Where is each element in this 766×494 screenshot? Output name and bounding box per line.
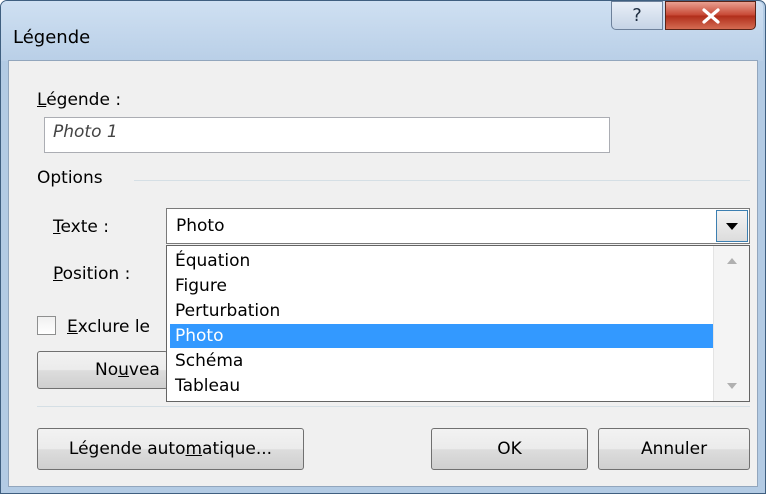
list-item[interactable]: Figure	[175, 274, 227, 298]
label-type-value: Photo	[176, 216, 225, 236]
autocaption-button-text: Légende automatique...	[68, 439, 273, 459]
label-type-dropdown-list[interactable]: Équation Figure Perturbation Photo Schém…	[166, 245, 750, 402]
list-item[interactable]: Perturbation	[175, 299, 280, 323]
position-label: Position :	[53, 264, 131, 284]
options-group-label: Options	[37, 168, 103, 188]
cancel-button[interactable]: Annuler	[598, 428, 750, 470]
combobox-dropdown-button[interactable]	[716, 210, 748, 242]
exclude-label-text: Exclure le	[67, 317, 151, 337]
exclude-label-checkbox[interactable]	[37, 316, 56, 335]
list-scrollbar[interactable]	[713, 246, 749, 401]
list-item[interactable]: Équation	[175, 249, 250, 273]
new-label-button[interactable]: Nouvea	[37, 351, 168, 389]
list-item[interactable]: Tableau	[175, 374, 240, 398]
buttons-divider	[37, 406, 750, 407]
close-button[interactable]	[665, 1, 756, 30]
label-type-combobox[interactable]: Photo	[166, 208, 750, 244]
caption-value: Photo 1	[53, 122, 118, 142]
chevron-down-icon	[726, 222, 738, 230]
scroll-down-icon	[727, 383, 737, 389]
caption-input[interactable]: Photo 1	[44, 117, 610, 153]
text-label: Texte :	[53, 217, 109, 237]
list-item-selected[interactable]: Photo	[170, 324, 716, 348]
list-item[interactable]: Schéma	[175, 349, 243, 373]
options-divider	[134, 180, 750, 181]
help-button[interactable]: ?	[611, 1, 663, 30]
caption-label: Légende :	[37, 90, 122, 110]
ok-button[interactable]: OK	[431, 428, 588, 470]
new-label-button-text: Nouvea	[95, 360, 160, 380]
autocaption-button[interactable]: Légende automatique...	[37, 428, 304, 470]
help-icon: ?	[632, 5, 642, 26]
dialog-title: Légende	[13, 27, 91, 48]
close-icon	[701, 7, 720, 24]
scroll-up-icon	[727, 258, 737, 264]
